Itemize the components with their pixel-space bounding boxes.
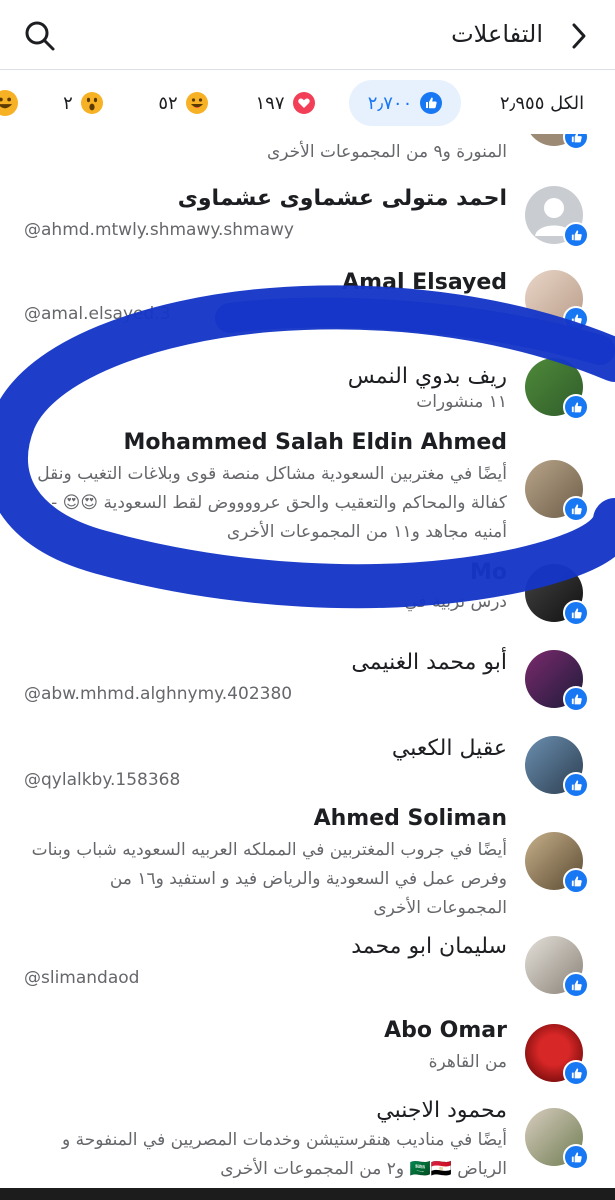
avatar — [525, 1024, 589, 1086]
avatar — [525, 650, 589, 712]
tab-wow[interactable]: ٢ — [51, 80, 115, 126]
like-icon — [563, 134, 589, 150]
tab-like-label: ٢٫٧٠٠ — [367, 92, 413, 114]
like-icon — [563, 394, 589, 420]
list-item[interactable]: سليمان ابو محمد @slimandaod — [0, 928, 615, 1008]
tab-like[interactable]: ٢٫٧٠٠ — [349, 80, 461, 126]
tab-love-label: ١٩٧ — [255, 92, 285, 114]
avatar — [525, 358, 589, 420]
like-icon — [563, 868, 589, 894]
list-item[interactable]: عقيل الكعبي @qylalkby.158368 — [0, 724, 615, 810]
avatar — [525, 936, 589, 998]
bottom-edge — [0, 1188, 615, 1200]
item-subtitle: أيضًا في مغتربين السعودية مشاكل منصة قوى… — [37, 464, 507, 542]
list-item[interactable]: أبو محمد الغنيمى @abw.mhmd.alghnymy.4023… — [0, 638, 615, 724]
item-subtitle: المنورة و٩ من المجموعات الأخرى — [266, 142, 507, 162]
love-icon — [292, 92, 315, 114]
avatar — [525, 1108, 589, 1170]
header-bar: التفاعلات — [0, 0, 615, 70]
item-subtitle: ١١ منشورات — [416, 392, 507, 412]
list-item[interactable]: Mo درس تربية في — [0, 556, 615, 636]
item-subtitle: أيضًا في مناديب هنقرستيشن وخدمات المصريي… — [62, 1130, 507, 1179]
tab-wow-label: ٢ — [63, 92, 73, 114]
like-icon — [420, 92, 443, 114]
like-icon — [563, 686, 589, 712]
wow-icon — [80, 92, 103, 114]
list-item[interactable]: Amal Elsayed @amal.elsayed.3 — [0, 266, 615, 346]
tab-all[interactable]: الكل ٢٫٩٥٥ — [487, 80, 597, 126]
like-icon — [563, 972, 589, 998]
like-icon — [563, 306, 589, 332]
like-icon — [563, 496, 589, 522]
item-name: سليمان ابو محمد — [351, 934, 507, 959]
tab-more[interactable] — [0, 80, 22, 126]
tab-all-label: الكل ٢٫٩٥٥ — [499, 92, 585, 114]
list-item[interactable]: Ahmed Soliman أيضًا في جروب المغتربين في… — [0, 802, 615, 922]
item-name: Ahmed Soliman — [313, 806, 507, 831]
item-name: عقيل الكعبي — [391, 736, 507, 761]
tab-haha-label: ٥٢ — [158, 92, 178, 114]
back-button[interactable] — [563, 18, 595, 54]
item-username: @slimandaod — [24, 968, 140, 988]
item-name: ريف بدوي النمس — [347, 364, 507, 389]
avatar — [525, 134, 589, 150]
avatar — [525, 460, 589, 522]
chevron-right-icon — [572, 23, 586, 49]
reaction-tabs: الكل ٢٫٩٥٥ ٢٫٧٠٠ ١٩٧ ٥٢ ٢ — [0, 72, 615, 134]
avatar — [525, 564, 589, 626]
like-icon — [563, 772, 589, 798]
list-item[interactable]: Abo Omar من القاهرة — [0, 1012, 615, 1096]
reactions-list: المنورة و٩ من المجموعات الأخرى احمد متول… — [0, 134, 615, 1200]
avatar — [525, 186, 589, 248]
like-icon — [563, 222, 589, 248]
page-title: التفاعلات — [451, 20, 543, 48]
item-name: محمود الاجنبي — [376, 1098, 507, 1123]
item-username: @amal.elsayed.3 — [24, 304, 171, 324]
item-subtitle: أيضًا في جروب المغتربين في المملكه العرب… — [31, 840, 507, 918]
item-name: Amal Elsayed — [342, 270, 507, 295]
item-name: Mo — [469, 560, 507, 585]
item-name: Mohammed Salah Eldin Ahmed — [123, 430, 507, 455]
list-item[interactable]: محمود الاجنبي أيضًا في مناديب هنقرستيشن … — [0, 1096, 615, 1200]
tab-love[interactable]: ١٩٧ — [245, 80, 325, 126]
item-name: احمد متولى عشماوى عشماوى — [177, 186, 507, 211]
search-icon — [25, 21, 55, 51]
avatar — [525, 832, 589, 894]
avatar — [525, 736, 589, 798]
list-item[interactable]: Mohammed Salah Eldin Ahmed أيضًا في مغتر… — [0, 426, 615, 556]
list-item[interactable]: ريف بدوي النمس ١١ منشورات — [0, 352, 615, 432]
item-username: @qylalkby.158368 — [24, 770, 181, 790]
avatar — [525, 270, 589, 332]
haha-icon — [185, 92, 208, 114]
like-icon — [563, 1060, 589, 1086]
search-button[interactable] — [22, 18, 58, 54]
list-item[interactable]: المنورة و٩ من المجموعات الأخرى — [0, 134, 615, 174]
item-username: @ahmd.mtwly.shmawy.shmawy — [24, 220, 294, 240]
like-icon — [563, 600, 589, 626]
like-icon — [563, 1144, 589, 1170]
list-item[interactable]: احمد متولى عشماوى عشماوى @ahmd.mtwly.shm… — [0, 174, 615, 264]
item-name: أبو محمد الغنيمى — [351, 650, 507, 675]
tab-haha[interactable]: ٥٢ — [149, 80, 217, 126]
item-name: Abo Omar — [384, 1018, 507, 1043]
item-subtitle: درس تربية في — [404, 592, 507, 612]
haha-icon — [0, 90, 18, 116]
item-subtitle: من القاهرة — [428, 1052, 507, 1072]
item-username: @abw.mhmd.alghnymy.402380 — [24, 684, 293, 704]
